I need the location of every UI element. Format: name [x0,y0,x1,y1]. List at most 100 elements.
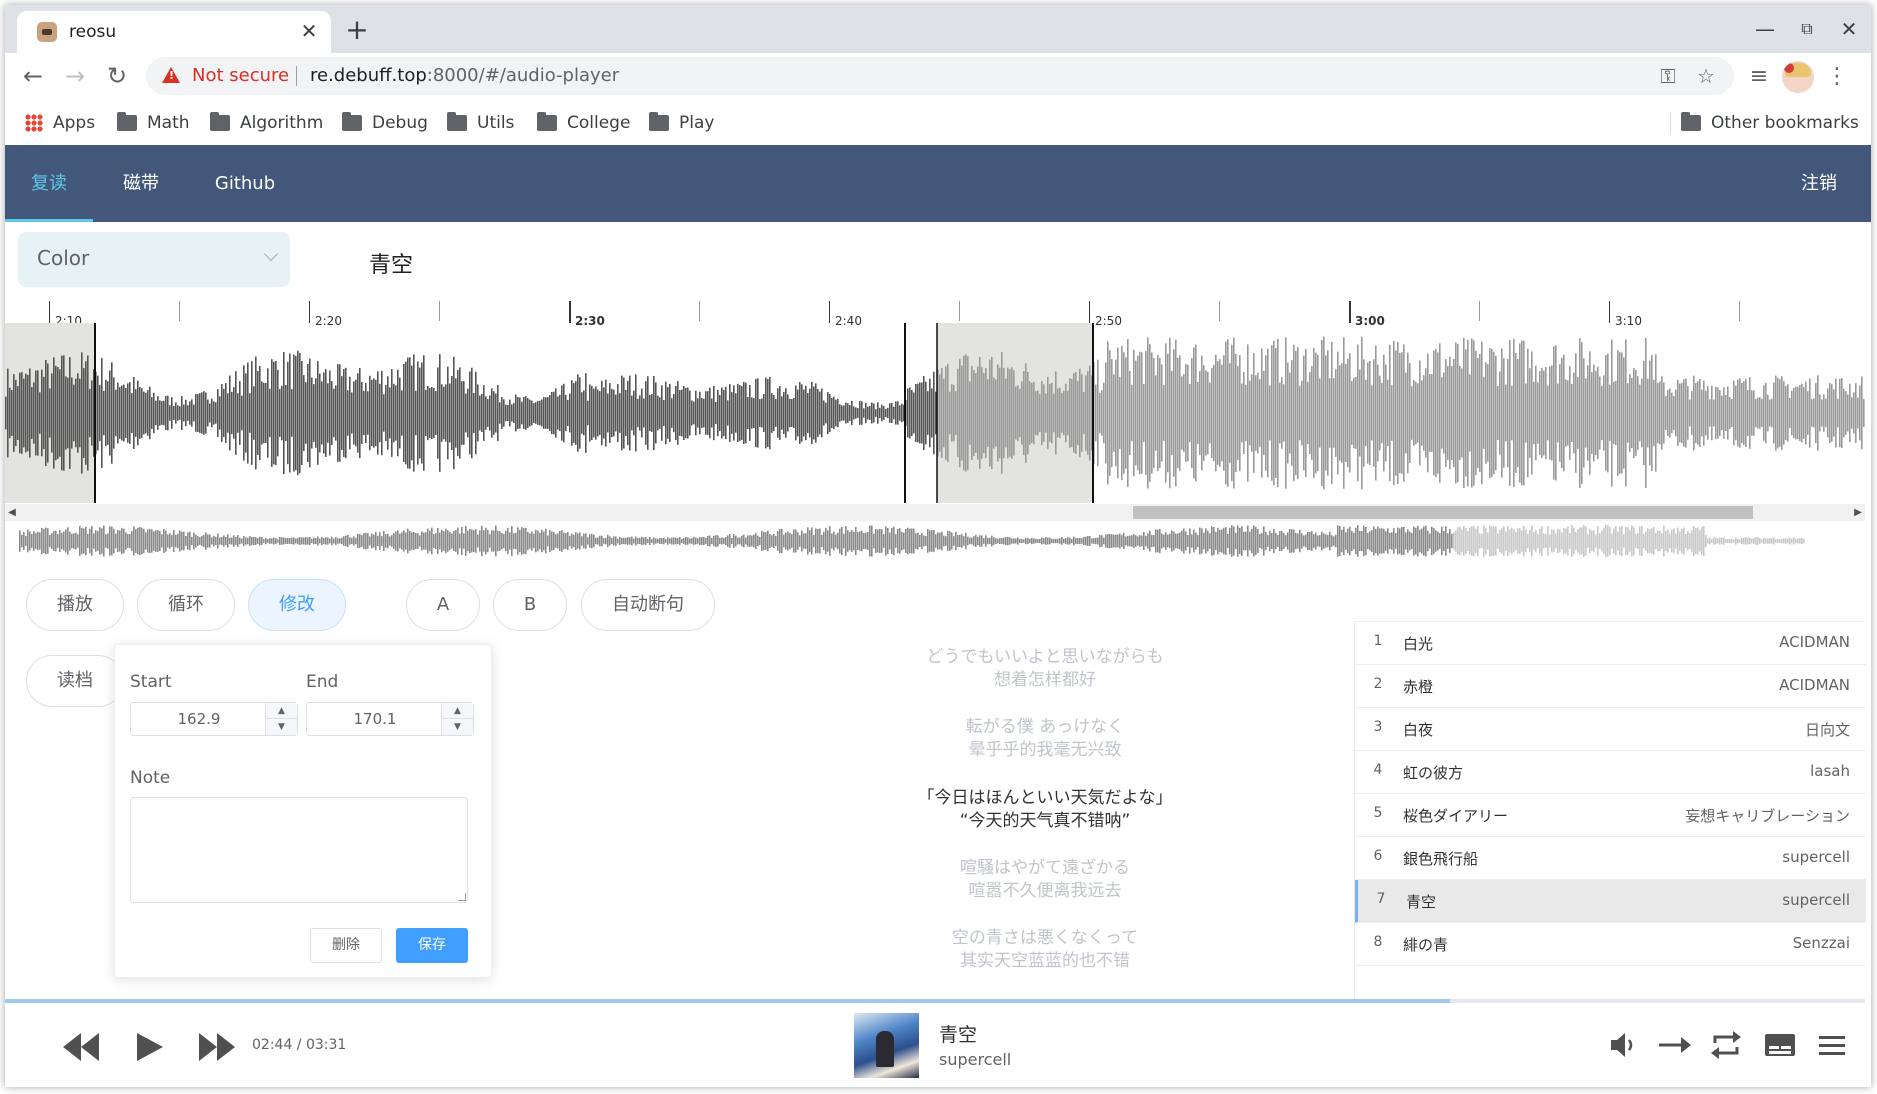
auto-break-button[interactable]: 自动断句 [581,579,715,631]
waveform-bar [857,408,859,418]
key-icon[interactable]: ⚿ [1655,63,1681,89]
reload-icon[interactable]: ↻ [99,59,135,95]
decrement-icon[interactable]: ▼ [442,719,473,735]
lyrics-toggle-icon[interactable] [1761,1027,1799,1063]
minimap-bar [707,535,709,547]
bookmark-debug[interactable]: Debug [342,111,428,135]
star-icon[interactable]: ☆ [1693,63,1719,89]
volume-icon[interactable] [1603,1027,1641,1063]
close-window-button[interactable]: ✕ [1829,15,1869,43]
lyric-line-current[interactable]: 「今日はほんといい天気だよな」 “今天的天气真不错呐” [885,787,1205,833]
fast-forward-icon[interactable] [197,1027,237,1067]
not-secure-label[interactable]: Not secure [192,65,289,86]
new-tab-button[interactable]: + [341,15,373,47]
minimap-bar [505,530,507,552]
repeat-icon[interactable] [1707,1027,1745,1063]
waveform-canvas[interactable] [5,323,1865,503]
bookmark-math[interactable]: Math [117,111,190,135]
waveform-bar [271,359,273,467]
waveform-bar [875,409,877,417]
logout-link[interactable]: 注销 [1789,145,1849,222]
minimap-bar [145,532,147,550]
play-icon[interactable] [133,1027,167,1067]
minimap-bar [899,528,901,554]
play-button[interactable]: 播放 [26,579,124,631]
track-artist: supercell [1782,891,1850,909]
playlist-menu-icon[interactable] [1813,1027,1851,1063]
waveform-bar [1403,344,1405,482]
forward-arrow-icon[interactable]: → [57,59,93,95]
color-select[interactable]: Color [18,232,290,287]
minimap-bar [1043,538,1045,544]
playlist-row[interactable]: 8 緋の青 Senzzai [1355,923,1866,966]
back-arrow-icon[interactable]: ← [15,59,51,95]
playlist-row[interactable]: 3 白夜 日向文 [1355,708,1866,751]
playlist-row[interactable]: 1 白光 ACIDMAN [1355,622,1866,665]
minimap-bar [329,538,331,544]
playlist-row[interactable]: 4 虹の彼方 lasah [1355,751,1866,794]
mark-b-button[interactable]: B [493,579,567,631]
album-cover[interactable] [854,1013,919,1078]
minimap-bar [1319,535,1321,547]
bookmark-play[interactable]: Play [649,111,714,135]
url-text[interactable]: re.debuff.top:8000/#/audio-player [310,65,619,86]
media-queue-icon[interactable]: ≡ [1743,61,1775,93]
bookmark-algorithm[interactable]: Algorithm [210,111,323,135]
waveform-bar [73,384,75,442]
minimap-bar [983,538,985,544]
minimap-bar [345,535,347,547]
edit-button[interactable]: 修改 [248,579,346,631]
tab-close-icon[interactable]: ✕ [297,19,321,43]
lyric-line[interactable]: どうでもいいよと思いながらも 想着怎样都好 [885,646,1205,692]
delete-button[interactable]: 删除 [310,928,382,963]
waveform-bar [171,397,173,429]
lyric-line[interactable]: 空の青さは悪くなくって 其实天空蓝蓝的也不错 [885,927,1205,973]
playlist-row[interactable]: 6 銀色飛行船 supercell [1355,837,1866,880]
browser-tab[interactable]: reosu ✕ [17,11,331,53]
nav-item-fudu[interactable]: 复读 [5,145,93,222]
nav-item-cidai[interactable]: 磁带 [101,145,181,222]
bookmark-utils[interactable]: Utils [447,111,514,135]
save-button[interactable]: 保存 [396,928,468,963]
rewind-icon[interactable] [61,1027,101,1067]
track-number: 4 [1373,762,1383,778]
resize-grip-icon[interactable] [458,893,466,901]
minimap-bar [1555,533,1557,549]
waveform-bar [1223,355,1225,471]
bookmark-college[interactable]: College [537,111,630,135]
play-order-icon[interactable] [1655,1027,1693,1063]
load-save-button[interactable]: 读档 [26,655,124,707]
waveform-minimap[interactable] [5,519,1865,563]
minimap-bar [937,532,939,550]
loop-button[interactable]: 循环 [137,579,235,631]
increment-icon[interactable]: ▲ [442,703,473,719]
other-bookmarks[interactable]: Other bookmarks [1681,111,1859,135]
increment-icon[interactable]: ▲ [266,703,297,719]
waveform-bar [741,386,743,440]
waveform-scrollbar-thumb[interactable] [1133,506,1753,519]
minimize-button[interactable]: — [1745,15,1785,43]
minimap-bar [1579,527,1581,555]
lyric-line[interactable]: 喧騒はやがて遠ざかる 喧嚣不久便离我远去 [885,857,1205,903]
playlist-row[interactable]: 5 桜色ダイアリー 妄想キャリブレーション [1355,794,1866,837]
mark-a-button[interactable]: A [406,579,480,631]
waveform-bar [1773,382,1775,444]
waveform-bar [819,391,821,435]
restore-button[interactable]: ⧉ [1787,15,1827,43]
menu-dots-icon[interactable]: ⋮ [1821,61,1853,93]
note-textarea[interactable] [130,797,468,903]
waveform-bar [1853,392,1855,434]
playlist-row-current[interactable]: 7 青空 supercell [1355,880,1866,923]
profile-avatar[interactable] [1782,61,1814,93]
waveform-bar [323,372,325,454]
end-input[interactable]: 170.1 ▲ ▼ [306,702,474,736]
bookmark-apps[interactable]: Apps [23,111,95,135]
minimap-bar [1325,534,1327,548]
decrement-icon[interactable]: ▼ [266,719,297,735]
playlist-row[interactable]: 2 赤橙 ACIDMAN [1355,665,1866,708]
start-input[interactable]: 162.9 ▲ ▼ [130,702,298,736]
nav-item-github[interactable]: Github [195,145,295,222]
waveform-bar [835,399,837,427]
lyric-line[interactable]: 転がる僕 あっけなく 晕乎乎的我毫无兴致 [885,716,1205,762]
address-bar[interactable]: Not secure re.debuff.top:8000/#/audio-pl… [146,57,1734,95]
